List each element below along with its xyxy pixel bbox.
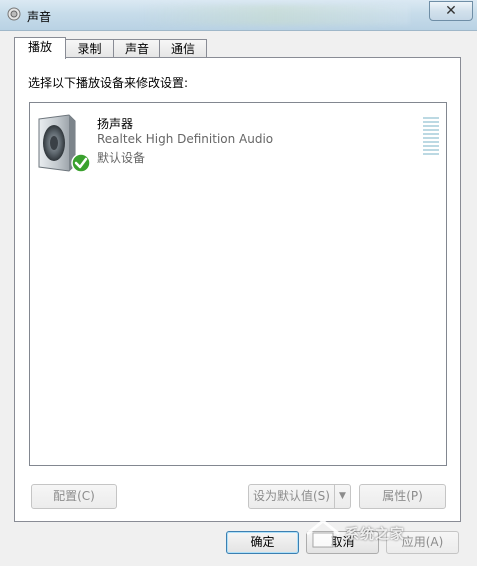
device-name: 扬声器 <box>97 117 134 131</box>
check-icon <box>71 153 91 173</box>
title-bar[interactable]: 声音 ✕ <box>0 0 477 31</box>
set-default-button[interactable]: 设为默认值(S) <box>248 484 335 509</box>
tab-playback[interactable]: 播放 <box>14 37 66 59</box>
close-button[interactable]: ✕ <box>429 1 473 21</box>
tab-sounds[interactable]: 声音 <box>113 39 161 58</box>
tab-label: 通信 <box>170 42 195 56</box>
blurred-background <box>140 5 410 25</box>
tab-recording[interactable]: 录制 <box>64 39 115 58</box>
configure-button[interactable]: 配置(C) <box>31 484 117 509</box>
tab-label: 录制 <box>77 42 102 56</box>
set-default-dropdown[interactable]: ▼ <box>334 484 351 509</box>
tab-communications[interactable]: 通信 <box>159 39 207 58</box>
tab-label: 播放 <box>27 40 52 54</box>
sound-app-icon <box>7 7 21 21</box>
tab-label: 声音 <box>124 42 149 56</box>
ok-button[interactable]: 确定 <box>226 531 299 554</box>
chevron-down-icon: ▼ <box>339 491 346 501</box>
properties-button[interactable]: 属性(P) <box>359 484 446 509</box>
watermark: 系统之家 <box>305 514 470 554</box>
device-item-speakers[interactable]: 扬声器 Realtek High Definition Audio 默认设备 <box>33 109 439 175</box>
close-icon: ✕ <box>445 3 457 19</box>
instruction-text: 选择以下播放设备来修改设置: <box>28 76 189 90</box>
window-title: 声音 <box>27 10 52 24</box>
volume-level-meter <box>423 117 439 159</box>
device-driver: Realtek High Definition Audio <box>97 132 274 146</box>
device-status: 默认设备 <box>97 151 146 165</box>
house-logo-icon <box>306 519 340 548</box>
playback-device-list[interactable]: 扬声器 Realtek High Definition Audio 默认设备 <box>29 102 447 466</box>
watermark-text: 系统之家 <box>345 527 405 543</box>
